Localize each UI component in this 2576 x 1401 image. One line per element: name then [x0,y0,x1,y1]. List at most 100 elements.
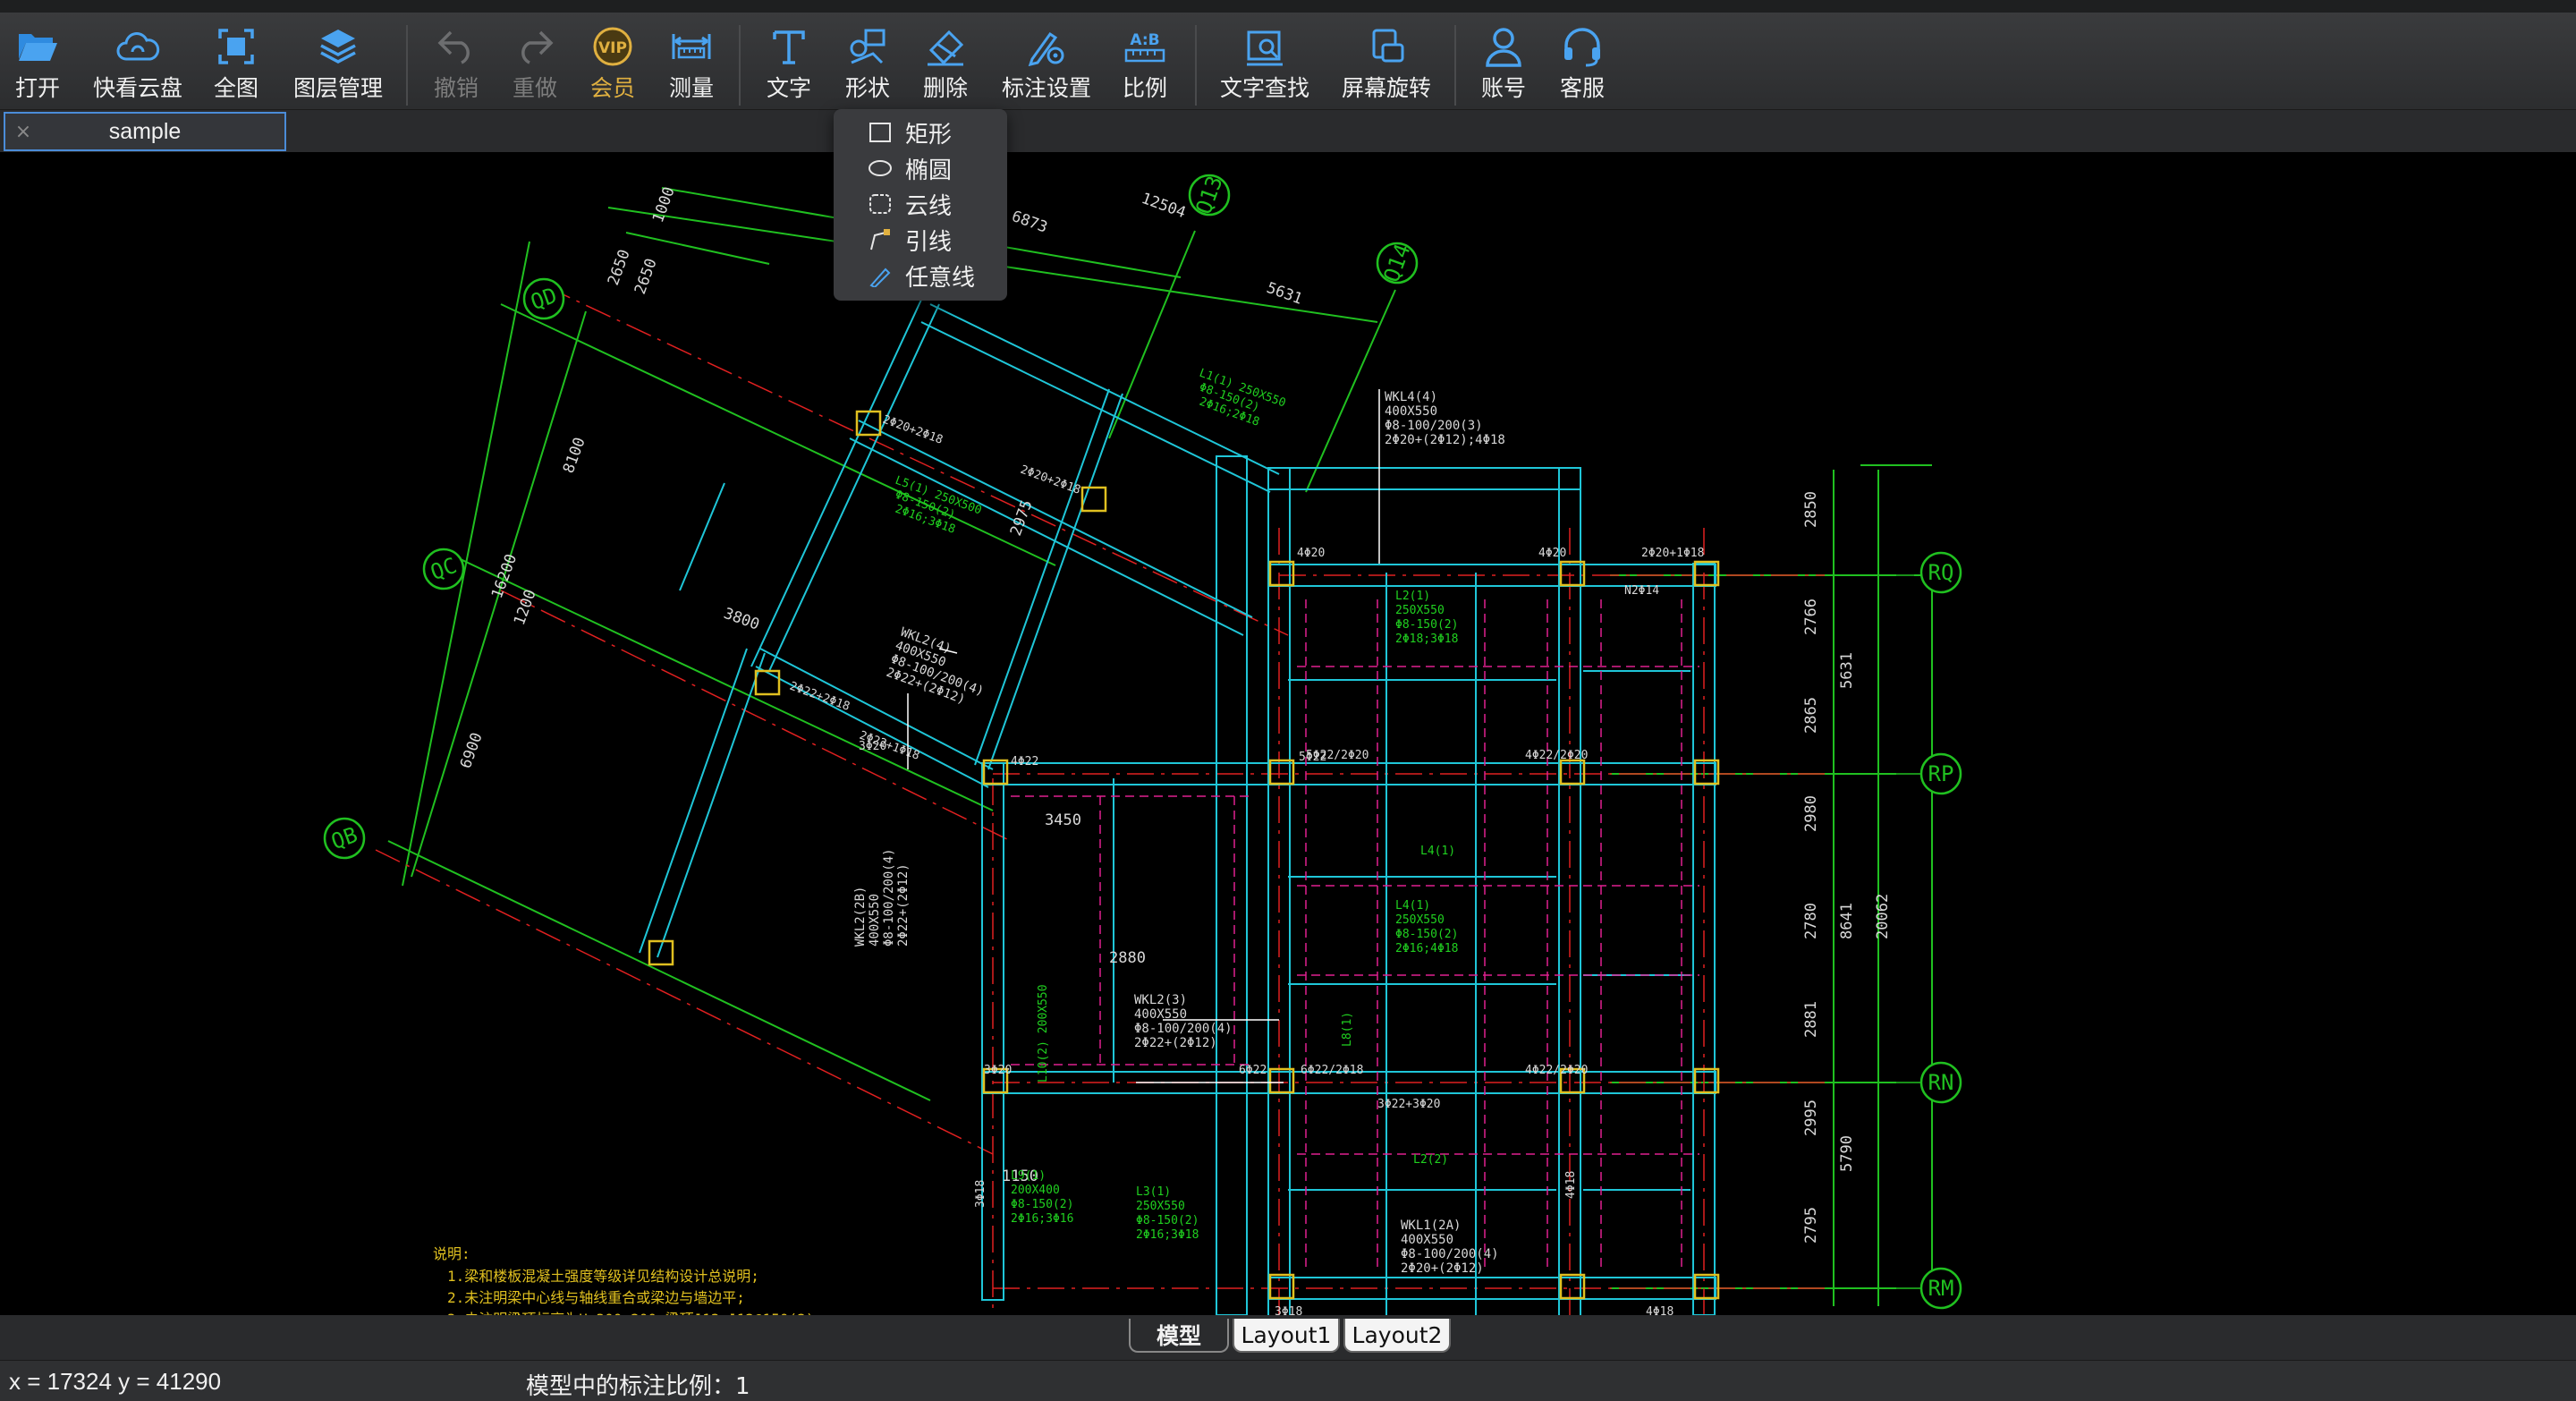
text-tool-button[interactable]: 文字 [764,13,814,109]
green-label: Φ8-150(2) [1395,618,1458,632]
green-label: 2Φ18;3Φ18 [1395,633,1458,646]
axis-label: RP [1928,761,1954,786]
beam-label: Φ8-100/200(4) [882,848,896,947]
delete-button[interactable]: 删除 [919,13,971,109]
beam-label: WKL2(3) [1134,993,1187,1007]
dim-label: 16200 [488,552,521,601]
annotation-settings-button[interactable]: 标注设置 [1000,13,1093,109]
beam-label: 2Φ22+(2Φ12) [896,863,911,947]
rectangle-icon [866,118,894,147]
leader-line-icon [866,225,894,254]
toolbar-separator [1195,25,1197,106]
menu-item-rectangle[interactable]: 矩形 [834,115,1007,150]
green-label: L4(1) [1420,845,1455,858]
account-icon [1479,21,1529,72]
green-label: L2(2) [1413,1153,1448,1167]
close-tab-icon[interactable]: × [5,121,41,143]
menu-item-leader-line[interactable]: 引线 [834,222,1007,258]
dim-label: 2795 [1802,1207,1820,1244]
rebar-label: 5Φ22/2Φ20 [1306,749,1368,762]
document-tab[interactable]: × sample [4,112,286,151]
shapes-icon [843,21,893,72]
note-label: 说明: [433,1245,470,1262]
dim-label: 2850 [1802,491,1820,528]
tab-model[interactable]: 模型 [1129,1319,1229,1353]
redo-button[interactable]: 重做 [510,13,560,109]
account-button[interactable]: 账号 [1478,13,1530,109]
cloud-line-icon [866,190,894,218]
layer-manager-button[interactable]: 图层管理 [292,13,385,109]
beam-label: 2Φ20+(2Φ12) [1401,1261,1484,1276]
dim-label: 8641 [1838,903,1856,939]
toolbar-separator [739,25,741,106]
beam-label: Φ8-100/200(4) [1134,1022,1233,1036]
vip-button[interactable]: VIP 会员 [587,13,639,109]
dim-label: 2865 [1802,697,1820,734]
text-search-button[interactable]: 文字查找 [1218,13,1311,109]
beam-label: 400X550 [868,894,882,947]
customer-service-button[interactable]: 客服 [1556,13,1608,109]
rebar-label: 4Φ18 [1646,1305,1674,1315]
ruler-icon [666,21,716,72]
rebar-label: 4Φ22/2Φ20 [1525,749,1588,762]
cursor-coordinates: x = 17324 y = 41290 [9,1368,222,1395]
leader-lines [907,389,1380,1083]
beam-label: Φ8-100/200(4) [1401,1247,1499,1261]
menu-item-ellipse[interactable]: 椭圆 [834,150,1007,186]
green-label: Φ8-150(2) [1136,1214,1199,1227]
fit-view-button[interactable]: 全图 [211,13,261,109]
green-label: L4(1) [1395,899,1430,913]
shape-tool-button[interactable]: 形状 [843,13,893,109]
dim-label: 20062 [1874,894,1892,939]
open-button[interactable]: 打开 [7,13,68,109]
green-label: L9(1) [1011,1169,1046,1183]
undo-icon [431,21,481,72]
dim-label: 2980 [1802,795,1820,832]
dim-label: 2975 [1007,497,1037,538]
beam-label: WKL4(4) [1385,390,1437,404]
cloud-drive-button[interactable]: 快看云盘 [88,13,188,109]
note-label: 1.梁和楼板混凝土强度等级详见结构设计总说明; [447,1268,759,1285]
columns [648,410,1720,1300]
annotation-settings-icon [1021,21,1072,72]
dim-label: 2995 [1802,1100,1820,1136]
beam-label: 400X550 [1385,404,1437,419]
beam-lines [639,299,1716,1315]
rotated-grid-lines [387,187,1396,1101]
menu-item-freehand-line[interactable]: 任意线 [834,258,1007,293]
vip-icon-text: VIP [598,39,627,57]
scale-icon: A:B [1120,21,1170,72]
measure-button[interactable]: 测量 [665,13,717,109]
dim-label: 2766 [1802,599,1820,635]
design-notes: 说明: 1.梁和楼板混凝土强度等级详见结构设计总说明; 2.未注明梁中心线与轴线重合… [433,1245,814,1315]
axis-label: RQ [1928,560,1954,585]
dim-label: 12504 [1139,190,1188,222]
beam-label: 400X550 [1401,1233,1453,1247]
green-label: 2Φ16;3Φ18 [1136,1228,1199,1242]
undo-button[interactable]: 撤销 [431,13,481,109]
tab-layout2[interactable]: Layout2 [1343,1319,1451,1353]
rebar-label: 3Φ20 [859,740,886,753]
green-label: 250X550 [1136,1200,1185,1213]
dim-label: 6873 [1009,208,1049,237]
beam-label: WKL2(2B) [853,887,868,947]
dim-label: 2780 [1802,903,1820,939]
drawing-canvas[interactable]: QD QC QB Q13 Q14 RQ RP RN RM 1000 2650 265… [0,152,2576,1315]
dim-label: 1000 [649,184,679,225]
rebar-label: 3Φ18 [974,1180,987,1208]
beam-label: Φ8-100/200(3) [1385,419,1483,433]
rebar-label: 4Φ22 [1011,755,1038,768]
axis-bubble-labels: QD QC QB Q13 Q14 RQ RP RN RM [328,173,1954,1301]
menu-item-cloud-line[interactable]: 云线 [834,186,1007,222]
tab-layout1[interactable]: Layout1 [1233,1319,1340,1353]
rotate-screen-button[interactable]: 屏幕旋转 [1340,13,1433,109]
rebar-label: 2Φ20+1Φ18 [1641,547,1704,560]
green-label: 250X550 [1395,913,1445,927]
green-label: 2Φ16;3Φ16 [1011,1212,1073,1226]
rebar-label: 4Φ22/2Φ20 [1525,1064,1588,1077]
rebar-label: 4Φ20 [1297,547,1325,560]
rebar-label: 2Φ20+2Φ18 [881,413,945,447]
dim-label: 3450 [1045,811,1081,829]
scale-button[interactable]: A:B 比例 [1120,13,1170,109]
text-icon [764,21,814,72]
